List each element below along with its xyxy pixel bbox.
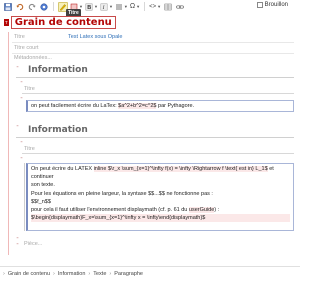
meta-titre-court-label: Titre court — [14, 45, 39, 51]
table-icon — [164, 3, 172, 10]
italic-dropdown[interactable]: I ▼ — [100, 2, 113, 12]
block-handle-icon[interactable]: ⁃ — [16, 241, 19, 248]
meta-metadonnees-link[interactable]: Métadonnées... — [14, 55, 52, 61]
section-handle-icon[interactable]: ⁃ — [20, 79, 23, 86]
omega-icon: Ω — [129, 3, 136, 10]
section-expand-icon[interactable]: ⁃ — [16, 64, 19, 71]
chevron-down-icon: ▼ — [93, 4, 98, 9]
insert-icon — [40, 2, 48, 11]
latex-formula: inline — [93, 166, 107, 172]
svg-text:B: B — [87, 5, 91, 11]
link-button[interactable] — [175, 2, 185, 12]
section-title[interactable]: Information — [28, 65, 88, 75]
paragraph-box[interactable]: On peut écrire du LATEX inline $\r_x \su… — [26, 163, 294, 231]
draft-label: Brouillon — [264, 2, 288, 8]
chevron-down-icon: ▼ — [123, 4, 128, 9]
block-handle-icon[interactable]: ⁃ — [20, 95, 23, 102]
bold-dropdown[interactable]: B ▼ — [85, 2, 98, 12]
title-tag-icon: T — [4, 19, 9, 26]
block-rule — [24, 163, 25, 231]
paragraph-text: par Pythagore. — [156, 103, 195, 109]
paragraph-line: Pour les équations en pleine largeur, la… — [31, 190, 213, 197]
link-icon — [176, 4, 184, 9]
paragraph-line: son texte. — [31, 182, 55, 189]
code-icon: <> — [149, 3, 157, 10]
breadcrumb-separator: › — [88, 271, 91, 277]
block-handle-icon[interactable]: ⁃ — [20, 155, 23, 162]
divider — [16, 137, 294, 138]
paragraph-line: On peut écrire du LATEX inline $\r_x \su… — [31, 165, 290, 181]
outline-rule — [8, 32, 9, 255]
save-icon — [4, 2, 12, 11]
meta-titre-label: Titre — [14, 34, 25, 40]
piece-field-link[interactable]: Pièce... — [24, 241, 42, 247]
divider — [22, 153, 294, 154]
redo-icon — [28, 3, 36, 10]
italic-icon: I — [100, 3, 108, 11]
section-titre-label: Titre — [24, 146, 35, 152]
paragraph-text: ) : — [214, 207, 220, 214]
divider — [16, 77, 294, 78]
insert-button[interactable] — [39, 2, 49, 12]
bold-icon: B — [85, 3, 93, 11]
breadcrumb-separator: › — [3, 271, 5, 277]
divider — [12, 53, 294, 54]
section-titre-label: Titre — [24, 86, 35, 92]
undo-icon — [16, 3, 24, 10]
save-button[interactable] — [3, 2, 13, 12]
paragraph-box[interactable]: on peut facilement écrire du LaTex: $a^2… — [26, 100, 294, 112]
paragraph-text: pour cela il faut utiliser l'environneme… — [31, 207, 189, 214]
breadcrumb-separator: › — [53, 271, 55, 277]
breadcrumb-item[interactable]: Information — [58, 271, 86, 277]
redo-button[interactable] — [27, 2, 37, 12]
toolbar-separator — [53, 2, 54, 11]
paragraph-line[interactable]: $\begin{displaymath}F_x=\sum_{x=1}^\inft… — [31, 214, 290, 223]
draft-toggle[interactable]: Brouillon — [256, 2, 288, 8]
chevron-down-icon: ▼ — [136, 4, 141, 9]
breadcrumb-item[interactable]: Grain de contenu — [8, 271, 50, 277]
list-dropdown[interactable]: ▼ — [115, 2, 128, 12]
draft-checkbox[interactable] — [256, 2, 263, 8]
latex-formula[interactable]: $a^2+b^2=c^2$ — [118, 103, 157, 109]
latex-formula[interactable]: $\r_x \sum_{x=1}^\infty f(x) = \infty \R… — [106, 166, 268, 172]
meta-titre-value[interactable]: Test Latex sous Opale — [68, 34, 122, 40]
section-handle-icon[interactable]: ⁃ — [20, 139, 23, 146]
special-chars-dropdown[interactable]: Ω ▼ — [130, 2, 140, 12]
document-title[interactable]: Grain de contenu — [10, 16, 116, 29]
breadcrumb-item[interactable]: Texte — [93, 271, 106, 277]
divider — [12, 42, 294, 43]
chevron-down-icon: ▼ — [108, 4, 113, 9]
latex-word: LaTex — [100, 103, 116, 109]
list-icon — [115, 4, 122, 9]
paragraph-line: $$f_n$$ — [31, 198, 51, 205]
document-title-row: T Grain de contenu — [4, 16, 116, 29]
section-expand-icon[interactable]: ⁃ — [16, 123, 19, 130]
section-title[interactable]: Information — [28, 125, 88, 135]
undo-button[interactable] — [15, 2, 25, 12]
toolbar: ▼ B ▼ I ▼ ▼ Ω ▼ <> ▼ — [0, 0, 300, 13]
chevron-down-icon: ▼ — [157, 4, 162, 9]
divider — [22, 93, 294, 94]
breadcrumb-item[interactable]: Paragraphe — [114, 271, 143, 277]
code-dropdown[interactable]: <> ▼ — [149, 2, 161, 12]
breadcrumb-separator: › — [109, 271, 112, 277]
toolbar-separator — [144, 2, 146, 11]
paragraph-text: on peut facilement écrire du — [31, 103, 101, 109]
breadcrumb: › Grain de contenu › Information › Texte… — [0, 266, 300, 281]
paragraph-text: On peut écrire du LATEX — [31, 166, 94, 172]
table-button[interactable] — [163, 2, 173, 12]
paragraph-line: pour cela il faut utiliser l'environneme… — [31, 206, 290, 214]
user-guide-link[interactable]: userGuide — [188, 207, 215, 214]
